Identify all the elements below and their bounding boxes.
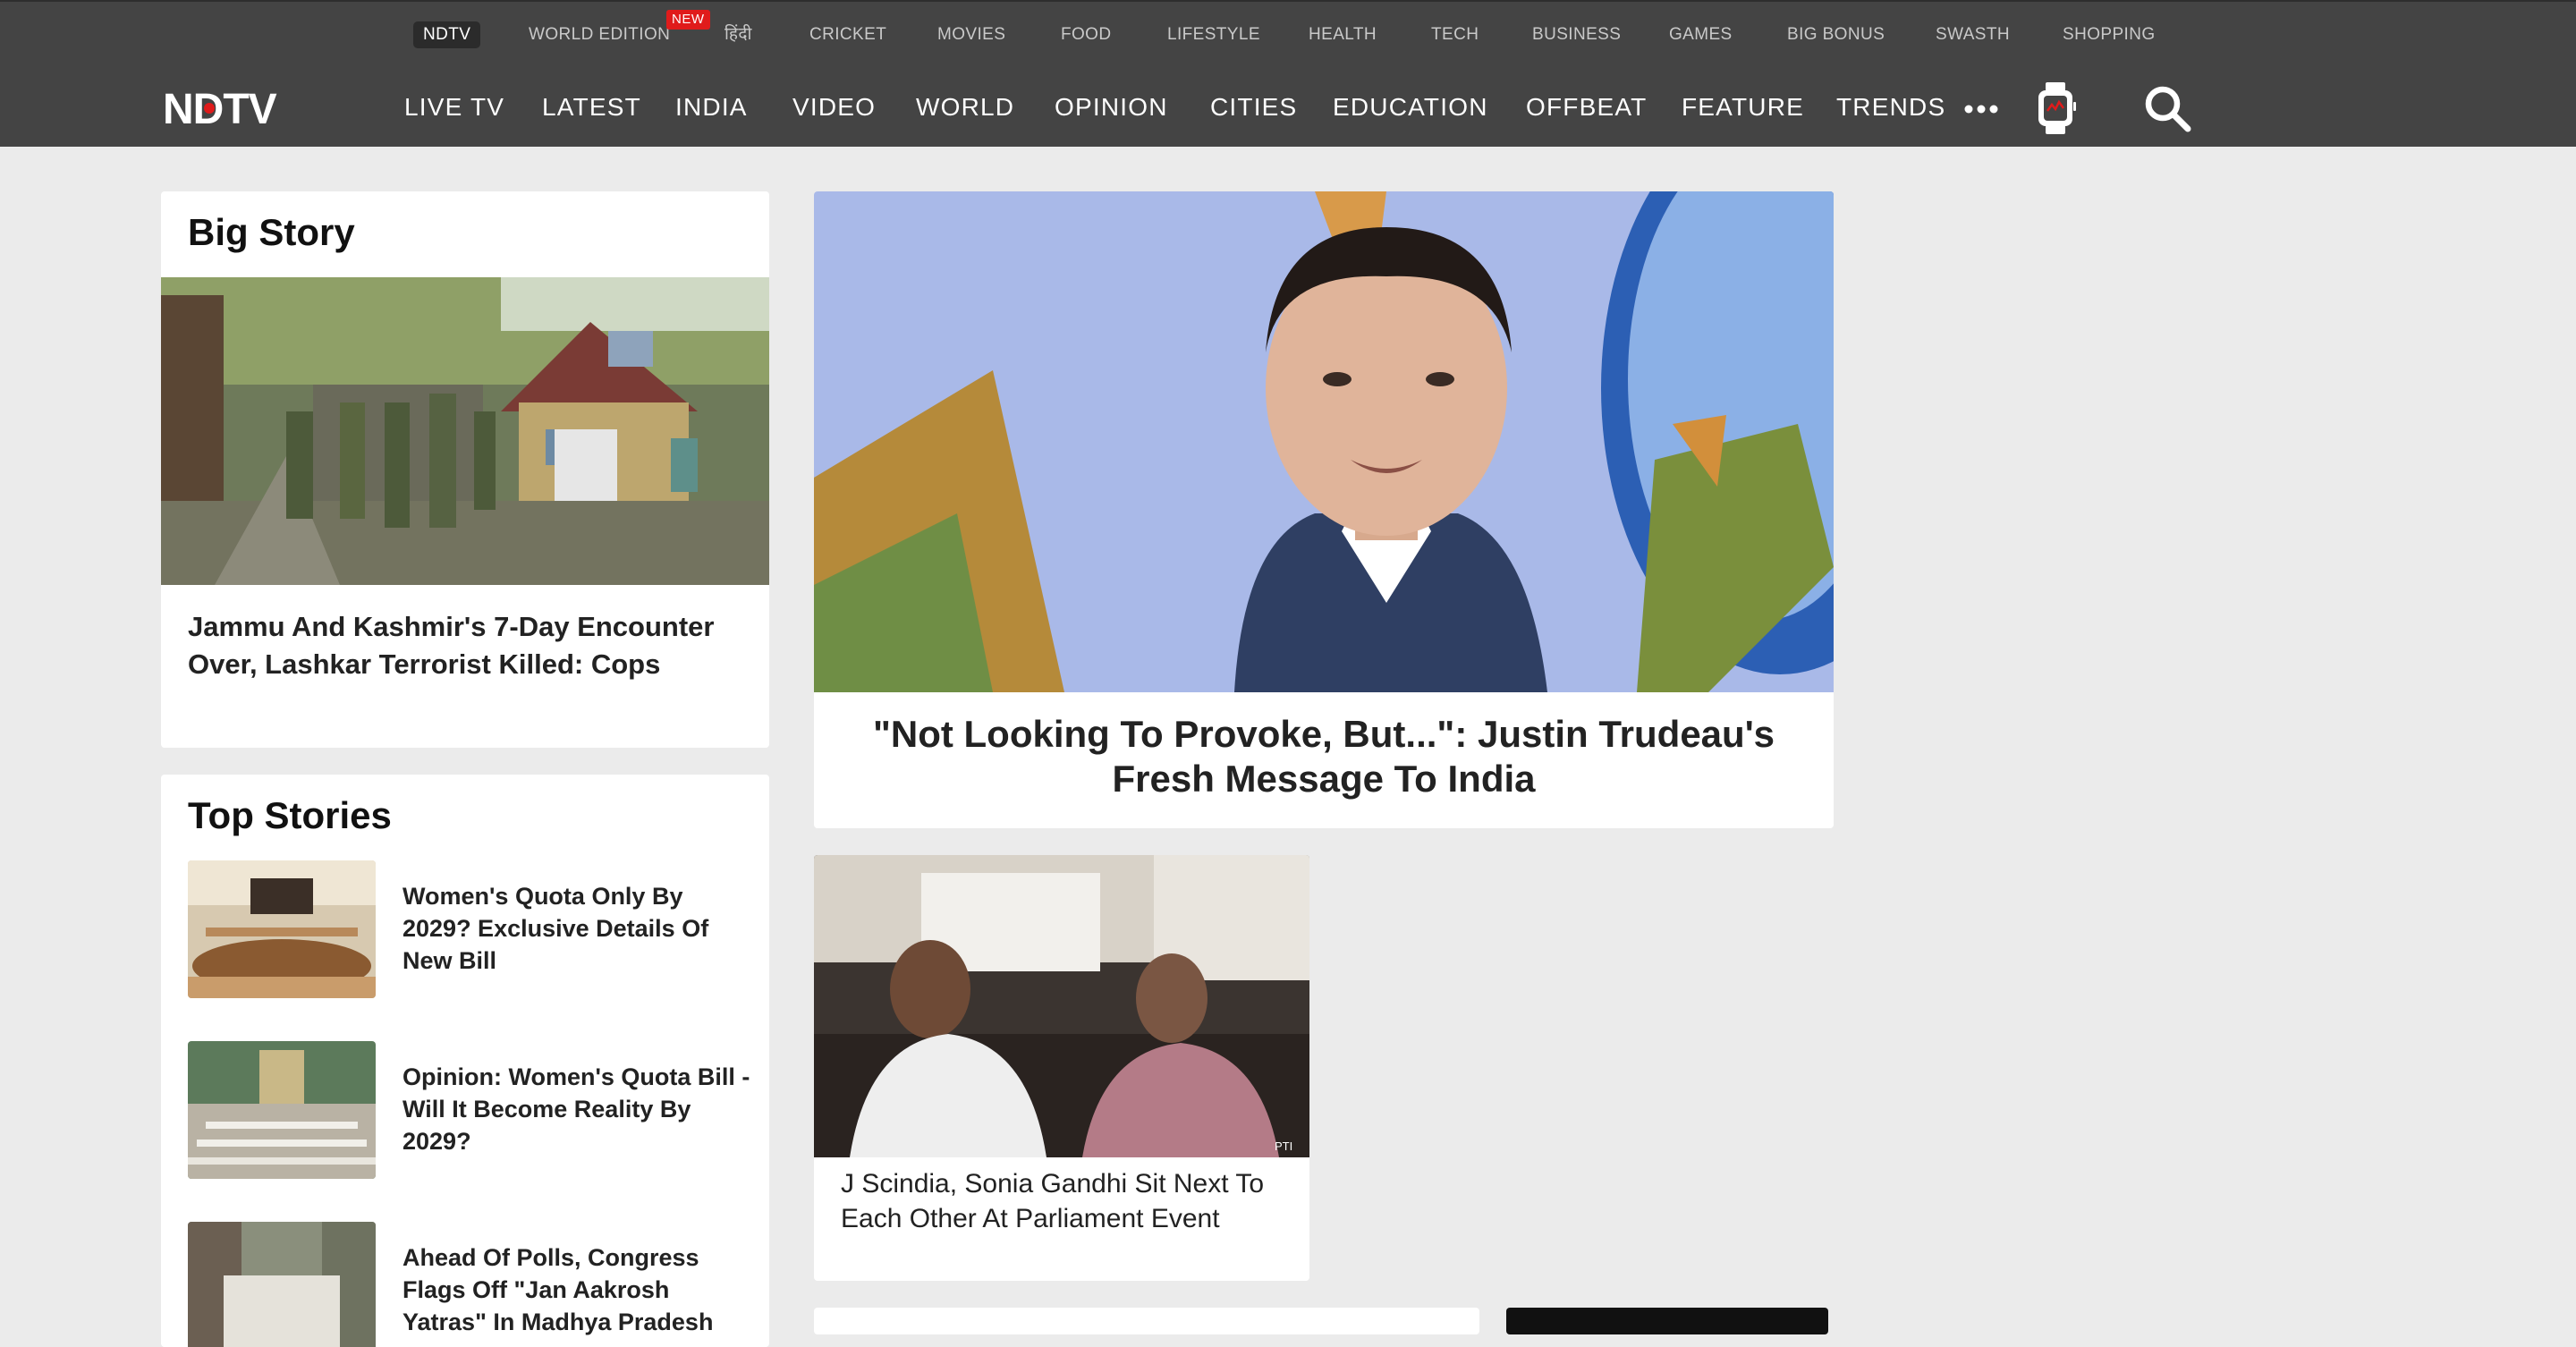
top-nav-tech[interactable]: TECH (1431, 21, 1479, 48)
top-nav-health[interactable]: HEALTH (1309, 21, 1377, 48)
top-nav-movies[interactable]: MOVIES (937, 21, 1005, 48)
secondary-story-card[interactable]: PTI J Scindia, Sonia Gandhi Sit Next To … (814, 855, 1309, 1281)
photo-credit: PTI (1275, 1139, 1292, 1153)
big-story-image[interactable] (161, 277, 769, 585)
nav-opinion[interactable]: OPINION (1055, 89, 1168, 125)
nav-education[interactable]: EDUCATION (1333, 89, 1488, 125)
top-nav-big-bonus[interactable]: BIG BONUS (1787, 21, 1885, 48)
secondary-story-photo: PTI (814, 855, 1309, 1157)
top-nav-lifestyle[interactable]: LIFESTYLE (1167, 21, 1260, 48)
search-icon[interactable] (2141, 82, 2193, 134)
logo-dot (204, 103, 215, 114)
smartwatch-icon[interactable] (2034, 80, 2077, 136)
nav-trends[interactable]: TRENDS (1836, 89, 1945, 125)
top-story-thumbnail[interactable] (188, 1222, 376, 1347)
video-card-partial[interactable] (1506, 1308, 1828, 1334)
nav-offbeat[interactable]: OFFBEAT (1526, 89, 1647, 125)
nav-cities[interactable]: CITIES (1210, 89, 1297, 125)
secondary-story-image[interactable]: PTI (814, 855, 1309, 1157)
site-header: NDTV WORLD EDITION NEW हिंदी CRICKET MOV… (0, 0, 2576, 147)
big-story-headline[interactable]: Jammu And Kashmir's 7-Day Encounter Over… (188, 608, 742, 683)
lead-story-photo (814, 191, 1834, 692)
top-story-headline[interactable]: Ahead Of Polls, Congress Flags Off "Jan … (402, 1241, 751, 1338)
logo-text: NDTV (163, 86, 277, 129)
story-card-partial[interactable] (814, 1308, 1479, 1334)
top-nav-world-edition[interactable]: WORLD EDITION (529, 21, 670, 48)
nav-feature[interactable]: FEATURE (1682, 89, 1804, 125)
more-dots-icon[interactable] (1962, 98, 2000, 120)
secondary-story-headline[interactable]: J Scindia, Sonia Gandhi Sit Next To Each… (841, 1166, 1288, 1236)
top-story-thumbnail[interactable] (188, 860, 376, 998)
top-nav-food[interactable]: FOOD (1061, 21, 1112, 48)
nav-world[interactable]: WORLD (916, 89, 1014, 125)
top-stories-card: Top Stories Women's Quota Only By 2029? … (161, 775, 769, 1347)
top-story-thumbnail[interactable] (188, 1041, 376, 1179)
top-nav-business[interactable]: BUSINESS (1532, 21, 1621, 48)
ndtv-logo[interactable]: NDTV (163, 86, 338, 129)
big-story-title: Big Story (188, 211, 355, 253)
lead-story-card[interactable]: "Not Looking To Provoke, But...": Justin… (814, 191, 1834, 828)
top-nav-cricket[interactable]: CRICKET (809, 21, 886, 48)
top-nav-shopping[interactable]: SHOPPING (2063, 21, 2156, 48)
top-nav-games[interactable]: GAMES (1669, 21, 1733, 48)
top-story-item[interactable]: Ahead Of Polls, Congress Flags Off "Jan … (188, 1222, 742, 1347)
lead-story-image[interactable] (814, 191, 1834, 692)
nav-india[interactable]: INDIA (675, 89, 748, 125)
top-story-item[interactable]: Women's Quota Only By 2029? Exclusive De… (188, 860, 742, 1004)
top-stories-title: Top Stories (188, 794, 392, 836)
top-nav-hindi[interactable]: हिंदी (724, 21, 752, 48)
nav-live-tv[interactable]: LIVE TV (404, 89, 504, 125)
big-story-photo (161, 277, 769, 585)
top-story-headline[interactable]: Opinion: Women's Quota Bill - Will It Be… (402, 1061, 751, 1157)
top-story-headline[interactable]: Women's Quota Only By 2029? Exclusive De… (402, 880, 751, 977)
big-story-card[interactable]: Big Story Jammu And Kashmir's 7-Day Enco… (161, 191, 769, 748)
new-badge: NEW (666, 10, 710, 30)
top-nav-ndtv[interactable]: NDTV (413, 21, 481, 48)
top-nav: NDTV WORLD EDITION NEW हिंदी CRICKET MOV… (0, 2, 2576, 68)
top-story-item[interactable]: Opinion: Women's Quota Bill - Will It Be… (188, 1041, 750, 1184)
top-nav-swasth[interactable]: SWASTH (1936, 21, 2010, 48)
lead-story-headline[interactable]: "Not Looking To Provoke, But...": Justin… (841, 712, 1807, 801)
nav-latest[interactable]: LATEST (542, 89, 641, 125)
nav-video[interactable]: VIDEO (792, 89, 876, 125)
